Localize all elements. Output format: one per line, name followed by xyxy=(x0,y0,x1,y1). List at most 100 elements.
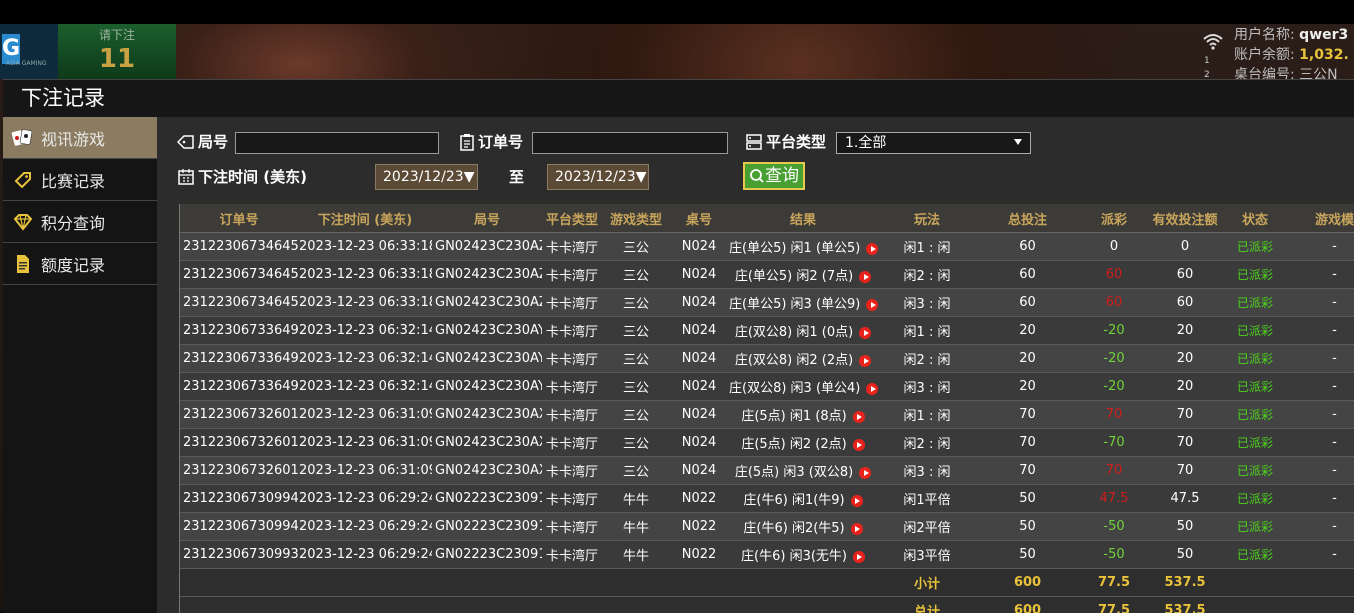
payout-cell: 60 xyxy=(1079,289,1149,317)
result-cell-text: 庄(5点) 闲2 (2点) xyxy=(741,437,846,452)
column-header[interactable]: 桌号 xyxy=(670,204,728,233)
order-id-cell: 231223067346458 xyxy=(180,233,298,261)
round-input[interactable] xyxy=(235,132,439,154)
column-header[interactable]: 总投注 xyxy=(976,204,1079,233)
valid-bet-cell-text: 50 xyxy=(1177,547,1194,562)
records-table-container[interactable]: 订单号 下注时间 (美东) 局号 平台类型 游戏类型 桌号 结果 玩法 总投注 … xyxy=(179,204,1354,613)
platform-select[interactable]: 1.全部 xyxy=(836,132,1031,154)
payout-cell-text: 60 xyxy=(1106,267,1123,282)
column-header[interactable]: 玩法 xyxy=(878,204,976,233)
platform-cell: 卡卡湾厅 xyxy=(542,345,602,373)
calendar-icon xyxy=(177,168,195,186)
table-row[interactable]: 2312230673364912023-12-23 06:32:14GN0242… xyxy=(180,373,1354,401)
play-type-cell-text: 闲1平倍 xyxy=(903,493,950,508)
table-row[interactable]: 2312230673364922023-12-23 06:32:14GN0242… xyxy=(180,345,1354,373)
table-row[interactable]: 2312230673260142023-12-23 06:31:09GN0242… xyxy=(180,457,1354,485)
column-header[interactable]: 游戏模 xyxy=(1289,204,1354,233)
table-row[interactable]: 2312230673099422023-12-23 06:29:24GN0222… xyxy=(180,485,1354,513)
bet-time-cell-text: 2023-12-23 06:32:14 xyxy=(299,379,432,394)
play-video-icon[interactable] xyxy=(859,467,871,479)
game-mode-cell-text: - xyxy=(1332,295,1337,310)
table-row[interactable]: 2312230673260162023-12-23 06:31:09GN0242… xyxy=(180,401,1354,429)
play-video-icon[interactable] xyxy=(866,243,878,255)
play-video-icon[interactable] xyxy=(859,327,871,339)
round-id-cell-text: GN02423C230AZ xyxy=(435,295,542,310)
play-video-icon[interactable] xyxy=(866,383,878,395)
sidebar-item-credit-records[interactable]: 额度记录 xyxy=(3,243,157,285)
sidebar-item-live-games[interactable]: 视讯游戏 xyxy=(3,117,157,159)
game-mode-cell: - xyxy=(1289,457,1354,485)
column-header[interactable]: 平台类型 xyxy=(542,204,602,233)
order-id-cell-text: 231223067336491 xyxy=(183,379,298,394)
order-id-cell-text: 231223067309939 xyxy=(183,547,298,562)
order-label-text: 订单号 xyxy=(478,131,523,152)
document-icon xyxy=(11,254,35,274)
payout-cell: -20 xyxy=(1079,373,1149,401)
table-no-cell: N022 xyxy=(670,513,728,541)
column-header[interactable]: 局号 xyxy=(432,204,542,233)
sidebar-item-points-query[interactable]: 积分查询 xyxy=(3,201,157,243)
play-video-icon[interactable] xyxy=(851,523,863,535)
bet-time-cell-text: 2023-12-23 06:31:09 xyxy=(299,463,432,478)
date-to-picker[interactable]: 2023/12/23▼ xyxy=(547,164,649,190)
total-bet-cell-text: 20 xyxy=(1019,323,1036,338)
table-row[interactable]: 2312230673364942023-12-23 06:32:14GN0242… xyxy=(180,317,1354,345)
status-cell-text: 已派彩 xyxy=(1237,408,1273,422)
valid-bet-cell: 20 xyxy=(1149,317,1221,345)
column-header[interactable]: 状态 xyxy=(1221,204,1289,233)
query-button[interactable]: 查询 xyxy=(743,162,805,190)
date-from-picker[interactable]: 2023/12/23▼ xyxy=(375,164,478,190)
side-number: 1 xyxy=(1204,56,1210,66)
records-table: 订单号 下注时间 (美东) 局号 平台类型 游戏类型 桌号 结果 玩法 总投注 … xyxy=(180,204,1354,613)
status-cell-text: 已派彩 xyxy=(1237,520,1273,534)
table-row[interactable]: 2312230673260152023-12-23 06:31:09GN0242… xyxy=(180,429,1354,457)
round-id-cell-text: GN02223C23091 xyxy=(435,519,542,534)
play-video-icon[interactable] xyxy=(851,495,863,507)
payout-cell: -20 xyxy=(1079,345,1149,373)
order-input[interactable] xyxy=(532,132,728,154)
play-type-cell-text: 闲3 : 闲 xyxy=(904,465,951,480)
play-type-cell: 闲3 : 闲 xyxy=(878,289,976,317)
game-mode-cell-text: - xyxy=(1332,491,1337,506)
bet-time-cell: 2023-12-23 06:29:24 xyxy=(298,485,432,513)
game-mode-cell-text: - xyxy=(1332,267,1337,282)
play-type-cell: 闲2 : 闲 xyxy=(878,261,976,289)
column-header[interactable]: 派彩 xyxy=(1079,204,1149,233)
round-id-cell: GN02223C23091 xyxy=(432,513,542,541)
table-row[interactable]: 2312230673099412023-12-23 06:29:24GN0222… xyxy=(180,513,1354,541)
game-mode-cell-text: - xyxy=(1332,435,1337,450)
total-bet-cell-text: 60 xyxy=(1019,239,1036,254)
column-header[interactable]: 有效投注额 xyxy=(1149,204,1221,233)
game-mode-cell: - xyxy=(1289,289,1354,317)
table-row[interactable]: 2312230673464582023-12-23 06:33:18GN0242… xyxy=(180,233,1354,261)
play-video-icon[interactable] xyxy=(853,551,865,563)
round-id-cell-text: GN02223C23091 xyxy=(435,547,542,562)
table-row[interactable]: 2312230673464542023-12-23 06:33:18GN0242… xyxy=(180,289,1354,317)
column-header[interactable]: 订单号 xyxy=(180,204,298,233)
play-video-icon[interactable] xyxy=(859,355,871,367)
result-cell-text: 庄(双公8) 闲3 (单公4) xyxy=(729,381,860,396)
result-cell: 庄(牛6) 闲3(无牛) xyxy=(728,541,878,569)
play-video-icon[interactable] xyxy=(853,439,865,451)
game-mode-cell-text: - xyxy=(1332,547,1337,562)
table-row[interactable]: 2312230673464552023-12-23 06:33:18GN0242… xyxy=(180,261,1354,289)
total-bet-cell-text: 20 xyxy=(1019,351,1036,366)
column-header[interactable]: 结果 xyxy=(728,204,878,233)
round-id-cell: GN02423C230AX xyxy=(432,401,542,429)
order-id-cell: 231223067346454 xyxy=(180,289,298,317)
round-id-cell-text: GN02423C230AZ xyxy=(435,239,542,254)
valid-bet-cell: 70 xyxy=(1149,429,1221,457)
column-header[interactable]: 下注时间 (美东) xyxy=(298,204,432,233)
play-video-icon[interactable] xyxy=(866,299,878,311)
column-header[interactable]: 游戏类型 xyxy=(602,204,670,233)
valid-bet-cell-text: 70 xyxy=(1177,463,1194,478)
table-no-cell-text: N024 xyxy=(682,323,717,338)
balance-value: 1,032. xyxy=(1299,47,1349,63)
play-video-icon[interactable] xyxy=(859,271,871,283)
sidebar-item-match-records[interactable]: 比赛记录 xyxy=(3,159,157,201)
result-cell: 庄(双公8) 闲1 (0点) xyxy=(728,317,878,345)
play-video-icon[interactable] xyxy=(853,411,865,423)
sidebar-item-label: 积分查询 xyxy=(41,210,105,234)
table-row[interactable]: 2312230673099392023-12-23 06:29:24GN0222… xyxy=(180,541,1354,569)
round-id-cell-text: GN02423C230AZ xyxy=(435,267,542,282)
